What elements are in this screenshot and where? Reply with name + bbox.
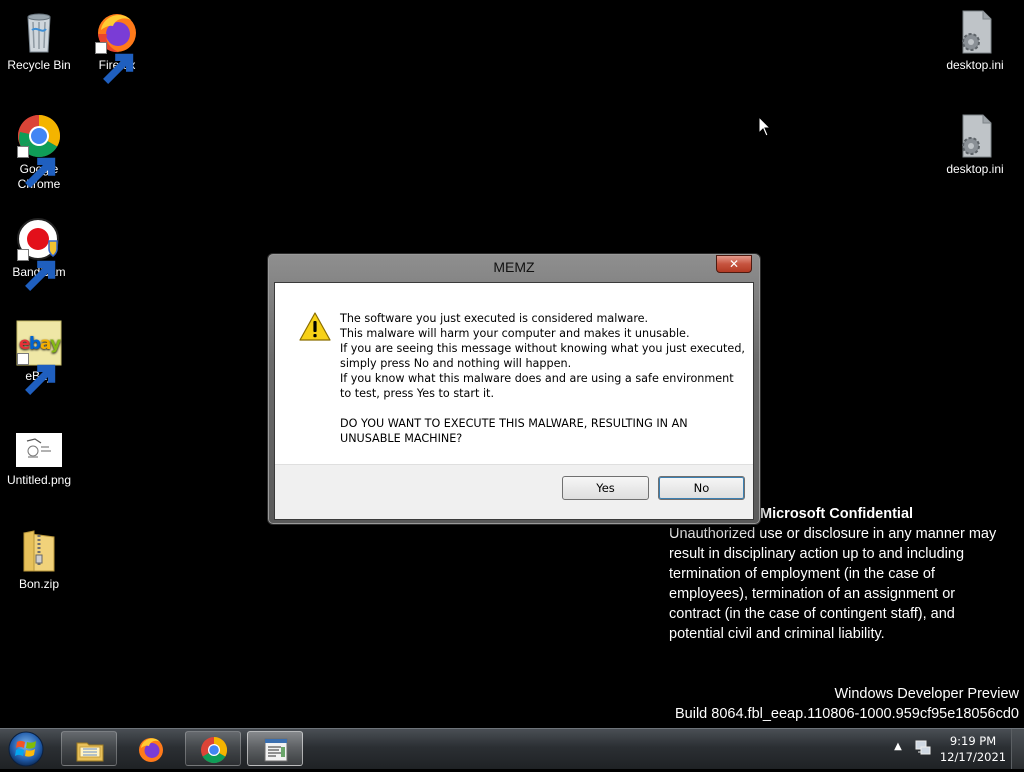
desktop-icon-ebay[interactable]: e b a y eBay [0, 319, 79, 395]
desktop-icon-bandicam[interactable]: Bandicam [0, 215, 79, 291]
chrome-icon [201, 736, 228, 764]
start-button[interactable] [6, 730, 46, 768]
taskbar-memz-window[interactable] [247, 731, 303, 766]
desktop-icon-label: Untitled.png [6, 473, 72, 487]
ebay-icon: e b a y [15, 319, 63, 395]
windows-logo-icon [8, 731, 44, 767]
image-file-icon [15, 423, 63, 471]
mouse-cursor-icon [758, 116, 772, 137]
recycle-bin-icon [15, 8, 63, 56]
build-watermark: Windows Developer Preview Build 8064.fbl… [675, 684, 1019, 724]
desktop-icon-label: Recycle Bin [7, 58, 71, 72]
message-line: The software you just executed is consid… [340, 312, 649, 325]
clock-date: 12/17/2021 [939, 750, 1007, 764]
message-line: If you are seeing this message without k… [340, 342, 745, 355]
question-line: DO YOU WANT TO EXECUTE THIS MALWARE, RES… [340, 417, 688, 430]
system-clock[interactable]: 9:19 PM 12/17/2021 [938, 733, 1008, 765]
dialog-button-bar: Yes No [275, 464, 753, 519]
no-button[interactable]: No [658, 476, 745, 500]
firefox-icon [139, 738, 163, 762]
svg-text:y: y [50, 334, 61, 354]
shortcut-arrow-icon [17, 353, 56, 395]
shortcut-arrow-icon [17, 146, 56, 188]
explorer-icon [76, 742, 104, 762]
message-spacer [340, 401, 740, 416]
firefox-icon [93, 8, 141, 84]
desktop-icon-desktop-ini[interactable]: desktop.ini [935, 8, 1015, 73]
zip-folder-icon [15, 527, 63, 575]
message-line: This malware will harm your computer and… [340, 327, 690, 340]
app-window-icon [264, 738, 288, 762]
clock-time: 9:19 PM [949, 734, 997, 748]
desktop-icon-firefox[interactable]: Firefox [77, 8, 157, 84]
desktop-icon-label: Bon.zip [18, 577, 60, 591]
desktop-icon-label: desktop.ini [946, 58, 1004, 72]
desktop-icon-google-chrome[interactable]: Google Chrome [0, 112, 79, 192]
settings-file-icon [951, 8, 999, 56]
taskbar-chrome[interactable] [185, 731, 241, 766]
dialog-body: The software you just executed is consid… [274, 282, 754, 520]
desktop-icon-bon-zip[interactable]: Bon.zip [0, 527, 79, 592]
close-icon: ✕ [728, 257, 740, 271]
desktop-icon-recycle-bin[interactable]: Recycle Bin [0, 8, 79, 73]
taskbar-explorer[interactable] [61, 731, 117, 766]
taskbar-firefox[interactable] [123, 731, 179, 766]
shortcut-arrow-icon [95, 42, 134, 84]
close-button[interactable]: ✕ [716, 255, 752, 273]
settings-file-icon [951, 112, 999, 160]
yes-button[interactable]: Yes [562, 476, 649, 500]
question-line: UNUSABLE MACHINE? [340, 432, 463, 445]
message-line: to test, press Yes to start it. [340, 387, 495, 400]
desktop-icon-untitled-png[interactable]: Untitled.png [0, 423, 79, 488]
confidential-watermark: Microsoft Confidential Unauthorized use … [669, 504, 1019, 644]
desktop-icon-desktop-ini[interactable]: desktop.ini [935, 112, 1015, 177]
shortcut-arrow-icon [17, 249, 56, 291]
show-desktop-button[interactable] [1011, 729, 1024, 769]
watermark-build: Build 8064.fbl_eeap.110806-1000.959cf95e… [674, 706, 1019, 722]
memz-dialog: MEMZ ✕ The software you just executed is… [267, 253, 761, 525]
chrome-icon [15, 112, 63, 188]
watermark-product: Windows Developer Preview [834, 686, 1019, 702]
taskbar: ▲ 9:19 PM 12/17/2021 [0, 728, 1024, 769]
show-hidden-icons-button[interactable]: ▲ [892, 741, 904, 755]
network-icon[interactable] [914, 739, 932, 757]
message-line: If you know what this malware does and a… [340, 372, 734, 385]
warning-icon [299, 312, 331, 341]
desktop-icon-label: desktop.ini [946, 162, 1004, 176]
bandicam-icon [15, 215, 63, 291]
dialog-message: The software you just executed is consid… [340, 311, 745, 446]
dialog-title: MEMZ [493, 259, 535, 275]
watermark-body: Unauthorized use or disclosure in any ma… [669, 526, 997, 642]
message-line: simply press No and nothing will happen. [340, 357, 572, 370]
